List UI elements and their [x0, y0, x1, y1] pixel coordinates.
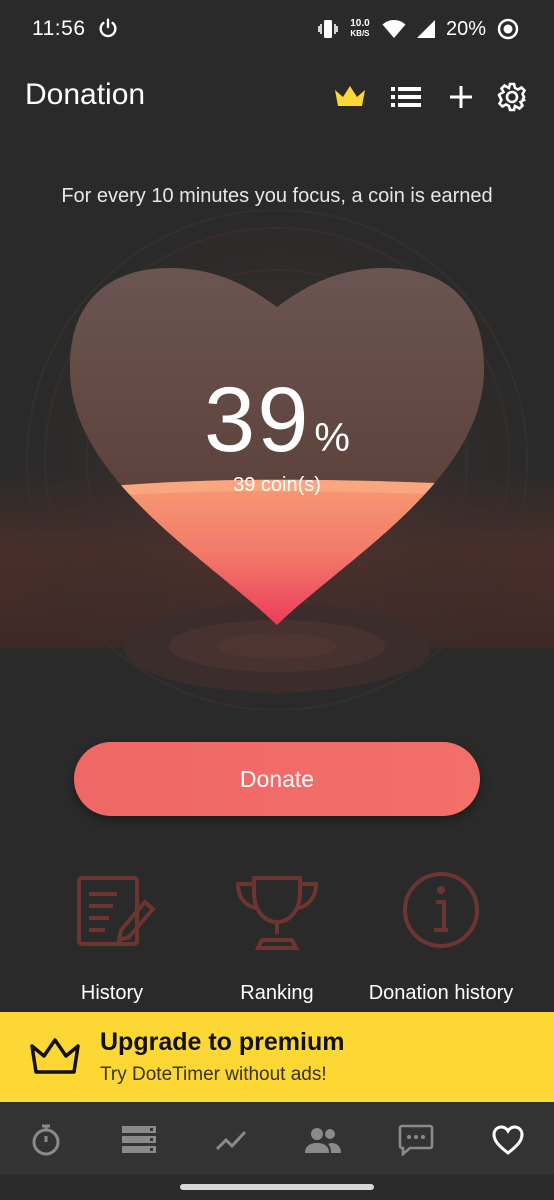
nav-donation[interactable] [488, 1120, 528, 1160]
percent-sign: % [314, 416, 350, 460]
progress-percent: 39% [0, 368, 554, 473]
list-icon [122, 1126, 156, 1153]
net-speed-unit: KB/S [350, 29, 370, 38]
donation-history-action[interactable]: Donation history [361, 868, 521, 1005]
document-edit-icon [77, 876, 156, 946]
crown-icon [30, 1038, 80, 1074]
ranking-action[interactable]: Ranking [197, 868, 357, 1005]
premium-subtitle: Try DoteTimer without ads! [100, 1064, 327, 1085]
group-icon [305, 1128, 341, 1153]
gesture-bar[interactable] [180, 1184, 374, 1190]
nav-group[interactable] [303, 1120, 343, 1160]
premium-banner[interactable]: Upgrade to premium Try DoteTimer without… [0, 1012, 554, 1102]
nav-chat[interactable] [396, 1120, 436, 1160]
list-icon[interactable] [389, 80, 423, 114]
coin-info-text: For every 10 minutes you focus, a coin i… [61, 185, 493, 207]
power-icon [99, 18, 117, 38]
wifi-icon [382, 20, 406, 38]
history-action[interactable]: History [32, 868, 192, 1005]
info-icon [403, 872, 479, 948]
coin-count: 39 coin(s) [233, 474, 321, 496]
status-bar: 11:56 10.0 KB/S 20% [0, 0, 554, 58]
signal-icon [416, 20, 435, 38]
trophy-icon [235, 876, 319, 950]
bottom-nav [0, 1102, 554, 1174]
app-bar: Donation [0, 62, 554, 132]
gear-icon[interactable] [495, 80, 529, 114]
history-label: History [80, 982, 144, 1004]
nav-timer[interactable] [26, 1120, 66, 1160]
status-time: 11:56 [32, 17, 86, 40]
chart-icon [215, 1130, 247, 1151]
heart-icon [492, 1125, 524, 1155]
donate-button[interactable]: Donate [74, 742, 480, 816]
nav-stats[interactable] [211, 1120, 251, 1160]
battery-percent: 20% [445, 17, 486, 40]
net-speed: 10.0 KB/S [348, 19, 372, 39]
page-title: Donation [25, 78, 146, 111]
status-indicators: 10.0 KB/S 20% [318, 15, 520, 43]
percent-value: 39 [204, 369, 311, 471]
crown-icon[interactable] [333, 80, 367, 114]
chat-icon [398, 1124, 434, 1156]
premium-title: Upgrade to premium [100, 1028, 345, 1056]
gesture-area [0, 1174, 554, 1200]
ranking-label: Ranking [240, 982, 314, 1004]
timer-icon [32, 1124, 60, 1156]
plus-icon[interactable] [444, 80, 478, 114]
vibrate-icon [318, 20, 338, 38]
nav-list[interactable] [119, 1120, 159, 1160]
battery-icon [497, 18, 519, 40]
donation-history-label: Donation history [368, 982, 514, 1004]
net-speed-value: 10.0 [350, 18, 370, 29]
